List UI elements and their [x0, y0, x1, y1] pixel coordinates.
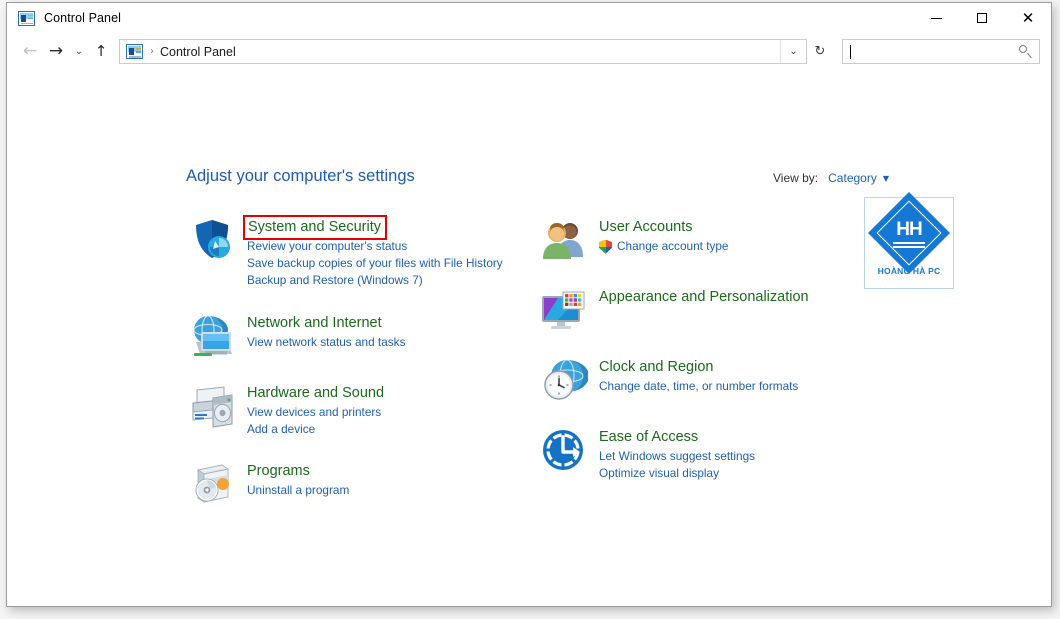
link-devices-printers[interactable]: View devices and printers [247, 404, 384, 421]
category-links: Uninstall a program [247, 482, 349, 499]
category-body: User Accounts Change account type [599, 216, 729, 255]
link-optimize-visual-display[interactable]: Optimize visual display [599, 465, 755, 482]
category-links: Review your computer's status Save backu… [247, 238, 503, 290]
category-column-right: User Accounts Change account type Appear… [540, 216, 860, 482]
category-body: Appearance and Personalization [599, 286, 809, 308]
category-body: Programs Uninstall a program [247, 460, 349, 499]
link-backup-restore[interactable]: Backup and Restore (Windows 7) [247, 272, 503, 289]
close-icon: ✕ [1021, 8, 1035, 27]
category-ease-of-access: Ease of Access Let Windows suggest setti… [540, 426, 860, 482]
category-title-link[interactable]: Programs [247, 463, 310, 480]
forward-button[interactable]: → [43, 39, 69, 65]
control-panel-icon [18, 10, 35, 26]
clock-region-icon [540, 356, 588, 404]
link-change-account-type-label: Change account type [617, 239, 729, 253]
recent-locations-button[interactable]: ⌄ [69, 39, 89, 65]
category-title-link[interactable]: Hardware and Sound [247, 385, 384, 402]
view-by-value[interactable]: Category [828, 171, 877, 185]
appearance-monitor-icon-svg [542, 291, 585, 329]
maximize-button[interactable] [959, 3, 1005, 33]
category-body: Clock and Region Change date, time, or n… [599, 356, 798, 395]
link-file-history[interactable]: Save backup copies of your files with Fi… [247, 255, 503, 272]
category-hardware-and-sound: Hardware and Sound View devices and prin… [188, 382, 518, 438]
address-control-panel-icon [126, 44, 143, 59]
category-network-and-internet: Network and Internet View network status… [188, 312, 518, 360]
window-title: Control Panel [44, 11, 122, 25]
category-title-link[interactable]: System and Security [243, 215, 387, 240]
link-change-account-type[interactable]: Change account type [599, 238, 729, 255]
uac-shield-icon [599, 239, 612, 254]
printer-device-icon [188, 382, 236, 430]
printer-device-icon-svg [192, 386, 233, 428]
content-area: Adjust your computer's settings View by:… [7, 70, 1051, 606]
title-bar: Control Panel ✕ [7, 3, 1051, 33]
control-panel-window: Control Panel ✕ ← → ⌄ ↑ › Control Panel … [6, 2, 1052, 607]
shield-security-icon-svg [196, 220, 230, 258]
link-uninstall-program[interactable]: Uninstall a program [247, 482, 349, 499]
category-title-link[interactable]: Appearance and Personalization [599, 289, 809, 306]
network-globe-icon [188, 312, 236, 360]
network-globe-icon-svg [193, 315, 232, 356]
logo-monogram: HH [896, 219, 922, 240]
close-button[interactable]: ✕ [1005, 3, 1051, 33]
logo-bar-top [893, 242, 925, 244]
link-review-status[interactable]: Review your computer's status [247, 238, 503, 255]
category-title-link[interactable]: Network and Internet [247, 315, 382, 332]
category-title-link[interactable]: User Accounts [599, 219, 693, 236]
category-programs: Programs Uninstall a program [188, 460, 518, 508]
category-system-and-security: System and Security Review your computer… [188, 215, 518, 290]
minimize-icon [930, 17, 942, 19]
user-accounts-icon-svg [543, 223, 583, 259]
category-body: Network and Internet View network status… [247, 312, 405, 351]
address-bar[interactable]: › Control Panel ⌄ [119, 39, 807, 64]
category-clock-and-region: Clock and Region Change date, time, or n… [540, 356, 860, 404]
breadcrumb-control-panel[interactable]: Control Panel [160, 45, 236, 59]
link-add-device[interactable]: Add a device [247, 421, 384, 438]
category-body: Hardware and Sound View devices and prin… [247, 382, 384, 438]
category-column-left: System and Security Review your computer… [188, 215, 518, 508]
ease-of-access-icon-svg [543, 430, 583, 470]
category-links: Change account type [599, 238, 729, 255]
view-by-control: View by: Category ▼ [773, 171, 889, 185]
screen: Control Panel ✕ ← → ⌄ ↑ › Control Panel … [0, 0, 1060, 619]
category-title-link[interactable]: Ease of Access [599, 429, 698, 446]
page-title: Adjust your computer's settings [186, 167, 415, 185]
search-icon [1018, 44, 1032, 59]
user-accounts-icon [540, 216, 588, 264]
category-links: View devices and printers Add a device [247, 404, 384, 438]
ease-of-access-icon [540, 426, 588, 474]
logo-caption: HOÀNG HÀ PC [877, 266, 941, 276]
appearance-monitor-icon [540, 286, 588, 334]
shield-security-icon [188, 216, 236, 264]
logo-bar-bottom [893, 246, 925, 248]
category-links: View network status and tasks [247, 334, 405, 351]
clock-region-icon-svg [544, 359, 588, 400]
breadcrumb-separator-icon: › [150, 46, 154, 57]
back-button[interactable]: ← [17, 39, 43, 65]
refresh-button[interactable]: ↻ [807, 40, 833, 63]
category-links: Change date, time, or number formats [599, 378, 798, 395]
hoang-ha-pc-logo: HH HOÀNG HÀ PC [864, 191, 954, 289]
search-box[interactable] [842, 39, 1040, 64]
navigation-bar: ← → ⌄ ↑ › Control Panel ⌄ ↻ [7, 33, 1051, 70]
category-body: Ease of Access Let Windows suggest setti… [599, 426, 755, 482]
programs-box-icon-svg [195, 464, 230, 503]
link-windows-suggest-settings[interactable]: Let Windows suggest settings [599, 448, 755, 465]
programs-box-icon [188, 460, 236, 508]
link-network-status[interactable]: View network status and tasks [247, 334, 405, 351]
maximize-icon [977, 13, 987, 23]
search-text-cursor [850, 44, 851, 59]
view-by-label: View by: [773, 171, 819, 185]
link-change-date-time[interactable]: Change date, time, or number formats [599, 378, 798, 395]
window-controls: ✕ [913, 3, 1051, 33]
category-body: System and Security Review your computer… [243, 215, 503, 290]
up-button[interactable]: ↑ [89, 39, 113, 65]
chevron-down-icon[interactable]: ▼ [883, 174, 889, 183]
category-appearance-and-personalization: Appearance and Personalization [540, 286, 860, 334]
address-dropdown-button[interactable]: ⌄ [780, 40, 806, 63]
category-links: Let Windows suggest settings Optimize vi… [599, 448, 755, 482]
category-user-accounts: User Accounts Change account type [540, 216, 860, 264]
minimize-button[interactable] [913, 3, 959, 33]
category-title-link[interactable]: Clock and Region [599, 359, 713, 376]
